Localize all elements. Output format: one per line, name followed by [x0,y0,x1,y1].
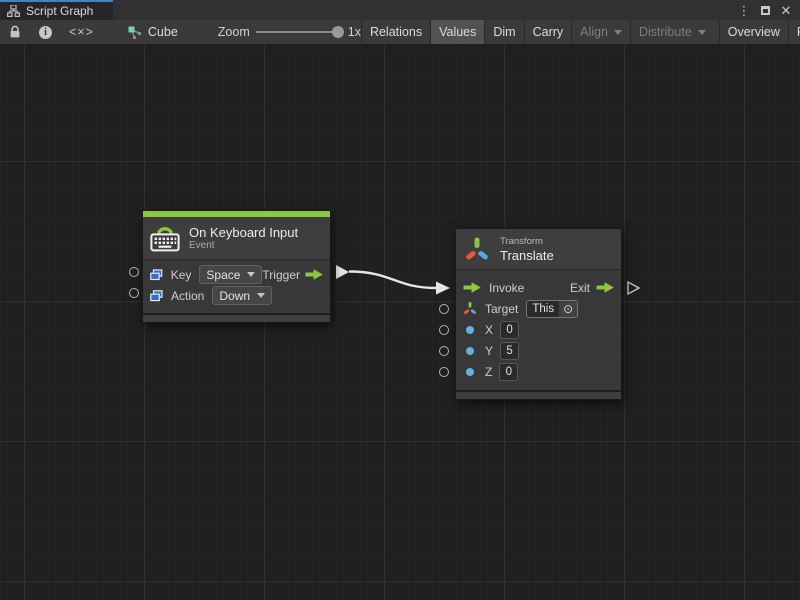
graph-object-label: Cube [148,25,178,39]
edit-source-button[interactable]: <×> [61,20,102,44]
distribute-dropdown[interactable]: Distribute [631,20,714,44]
y-value-input[interactable]: 5 [500,342,519,360]
target-port-label: Target [485,302,518,316]
node-title: On Keyboard Input [189,225,298,240]
close-icon[interactable]: ✕ [780,3,792,17]
key-input-port[interactable] [129,267,139,277]
full-screen-button[interactable]: Full Screen [789,20,800,44]
key-port-label: Key [171,268,192,282]
graph-pointer-icon [128,26,142,39]
overview-button[interactable]: Overview [720,20,788,44]
chevron-down-icon [257,293,265,298]
translate-node-footer [456,390,621,399]
chevron-down-icon [247,272,255,277]
invoke-flow-arrow-icon[interactable] [463,282,481,293]
align-dropdown[interactable]: Align [572,20,630,44]
x-port-label: X [485,323,493,337]
key-dropdown-value: Space [206,268,240,282]
toolbar-toggle-group: Relations Values Dim Carry Align Distrib… [361,20,800,44]
chevron-down-icon [614,30,622,35]
y-port-label: Y [485,344,493,358]
y-port-row: Y 5 [456,340,621,361]
trigger-flow-arrow-icon[interactable] [305,269,323,280]
graph-object-chip[interactable]: Cube [120,20,186,44]
action-port-row: Action Down [143,285,330,306]
keyboard-event-icon [150,224,180,252]
zoom-value: 1x [348,25,361,39]
x-value-input[interactable]: 0 [500,321,519,339]
translate-node-body: Invoke Exit Target This [456,270,621,390]
target-object-value: This [527,301,559,317]
zoom-control: Zoom 1x [218,20,361,44]
invoke-exit-row: Invoke Exit [456,277,621,298]
translate-node-header[interactable]: Transform Translate [456,229,621,270]
tab-label: Script Graph [26,4,93,18]
transform-mini-icon [463,301,477,316]
lock-icon [9,25,21,39]
zoom-label: Zoom [218,25,250,39]
tab-script-graph[interactable]: Script Graph [0,0,113,20]
script-graph-window: Script Graph ⋮ ✕ i <×> [0,0,800,600]
graph-toolbar: i <×> Cube Zoom 1x Relations [0,20,800,45]
z-value-input[interactable]: 0 [499,363,518,381]
info-icon: i [39,26,52,39]
node-subtitle: Event [189,240,298,252]
action-dropdown-value: Down [219,289,250,303]
key-dropdown[interactable]: Space [199,265,262,284]
chevron-down-icon [698,30,706,35]
node-title: Translate [500,248,554,263]
event-node-footer [143,313,330,322]
action-input-port[interactable] [129,288,139,298]
z-value-dot-icon [466,368,474,376]
translate-node-titles: Transform Translate [500,236,554,263]
info-button[interactable]: i [30,20,61,44]
maximize-icon[interactable] [759,3,771,17]
transform-icon [466,236,488,263]
x-value-dot-icon [466,326,474,334]
invoke-port-label: Invoke [489,281,524,295]
object-picker-icon[interactable]: ⊙ [559,301,577,317]
z-port-row: Z 0 [456,361,621,382]
code-icon: <×> [69,25,94,39]
action-dropdown[interactable]: Down [212,286,272,305]
y-value-dot-icon [466,347,474,355]
carry-button[interactable]: Carry [525,20,572,44]
zoom-slider[interactable] [256,31,342,33]
graph-canvas[interactable] [0,45,800,600]
event-node-body: Key Space Trigger Action Down [143,260,330,313]
dim-button[interactable]: Dim [485,20,523,44]
event-node-titles: On Keyboard Input Event [189,225,298,252]
exit-flow-arrow-icon[interactable] [596,282,614,293]
title-bar: Script Graph ⋮ ✕ [0,0,800,20]
action-port-label: Action [171,289,204,303]
literal-value-icon [150,269,163,281]
align-label: Align [580,25,608,39]
z-input-port[interactable] [439,367,449,377]
x-input-port[interactable] [439,325,449,335]
relations-button[interactable]: Relations [362,20,430,44]
trigger-port-label: Trigger [262,268,300,282]
node-kicker: Transform [500,236,554,248]
literal-value-icon [150,290,163,302]
zoom-slider-knob[interactable] [332,26,344,38]
exit-port-label: Exit [570,281,590,295]
z-port-label: Z [485,365,492,379]
graph-hierarchy-icon [7,5,20,17]
values-button[interactable]: Values [431,20,484,44]
window-menu-icon[interactable]: ⋮ [738,3,750,17]
window-controls: ⋮ ✕ [738,0,800,20]
y-input-port[interactable] [439,346,449,356]
lock-button[interactable] [0,20,30,44]
distribute-label: Distribute [639,25,692,39]
node-on-keyboard-input[interactable]: On Keyboard Input Event Key Space Trigge… [142,210,331,323]
node-transform-translate[interactable]: Transform Translate Invoke Exit [455,228,622,400]
target-port-row: Target This ⊙ [456,298,621,319]
target-object-field[interactable]: This ⊙ [526,300,578,318]
x-port-row: X 0 [456,319,621,340]
key-port-row: Key Space Trigger [143,264,330,285]
target-input-port[interactable] [439,304,449,314]
event-node-header[interactable]: On Keyboard Input Event [143,217,330,260]
